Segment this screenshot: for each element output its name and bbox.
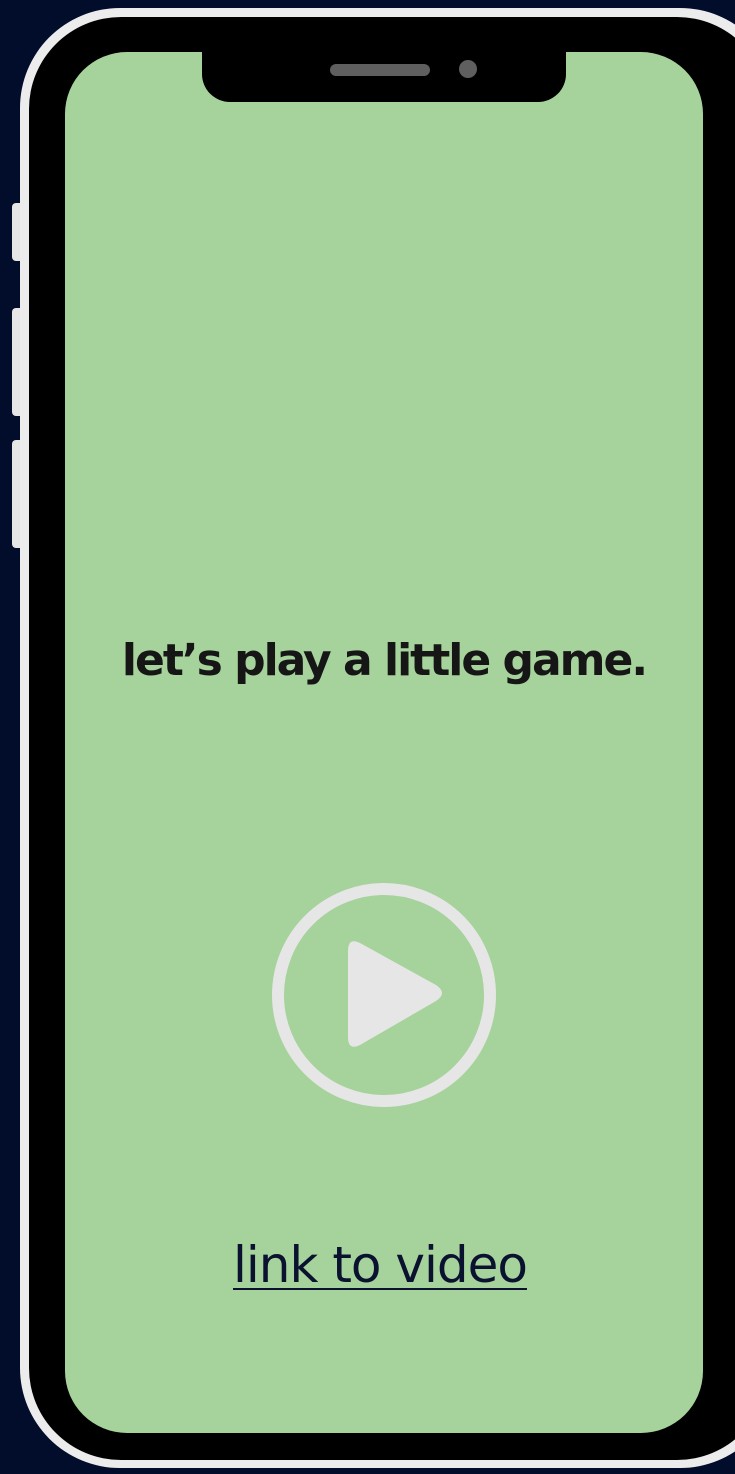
play-circle-icon <box>272 883 496 1107</box>
front-camera <box>459 60 477 78</box>
speaker-grille <box>330 64 430 76</box>
page: let’s play a little game. link to video <box>0 0 735 1474</box>
play-button[interactable] <box>270 881 498 1109</box>
phone-notch <box>202 50 566 102</box>
phone-screen: let’s play a little game. link to video <box>65 52 703 1433</box>
video-link[interactable]: link to video <box>65 1234 695 1296</box>
headline: let’s play a little game. <box>121 635 648 686</box>
